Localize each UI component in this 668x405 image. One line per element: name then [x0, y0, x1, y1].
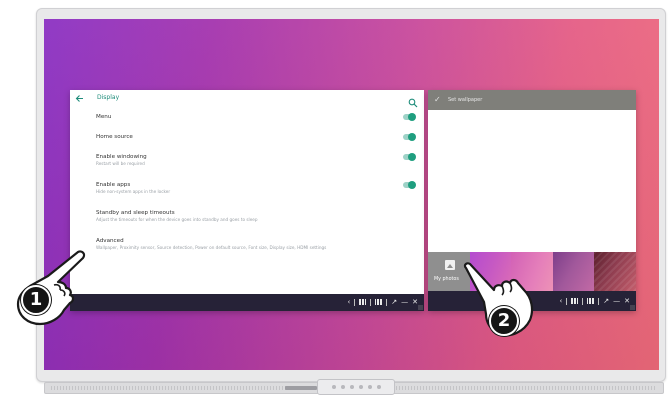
enable-windowing-toggle[interactable] — [403, 153, 416, 161]
setting-row-standby-sleep[interactable]: Standby and sleep timeouts Adjust the ti… — [96, 206, 416, 234]
setting-title: Advanced — [96, 238, 124, 244]
minimize-icon[interactable]: — — [401, 298, 408, 306]
minimize-icon[interactable]: — — [613, 297, 620, 305]
settings-list: Menu Home source Enable windowing Restar… — [96, 110, 416, 262]
setting-subtitle: Wallpaper, Proximity sensor, Source dete… — [96, 245, 327, 250]
check-icon[interactable]: ✓ — [434, 95, 441, 105]
wallpaper-title: Set wallpaper — [448, 97, 483, 103]
setting-title: Menu — [96, 114, 112, 120]
divider — [566, 297, 568, 305]
brand-plate — [285, 386, 317, 390]
settings-title: Display — [97, 94, 120, 101]
setting-title: Home source — [96, 134, 133, 140]
divider — [582, 297, 584, 305]
setting-subtitle: Restart will be required — [96, 161, 145, 166]
setting-subtitle: Hide non-system apps in the locker — [96, 189, 171, 194]
resize-handle[interactable] — [630, 305, 635, 310]
step-1-badge: 1 — [21, 285, 51, 315]
front-button-panel — [317, 379, 395, 395]
wallpaper-header: ✓ Set wallpaper — [428, 90, 636, 110]
close-icon[interactable]: ✕ — [624, 297, 630, 305]
home-source-toggle[interactable] — [403, 133, 416, 141]
expand-icon[interactable]: ↗ — [603, 297, 609, 305]
wallpaper-thumbnail[interactable] — [552, 252, 595, 291]
divider — [354, 298, 356, 306]
setting-title: Enable windowing — [96, 154, 147, 160]
window-controls: ‹ ↗ — ✕ — [347, 298, 418, 306]
panel-button — [349, 385, 354, 389]
enable-apps-toggle[interactable] — [403, 181, 416, 189]
panel-button — [340, 385, 345, 389]
wallpaper-thumbnail[interactable] — [594, 252, 636, 291]
setting-row-enable-windowing[interactable]: Enable windowing Restart will be require… — [96, 150, 416, 178]
setting-row-home-source[interactable]: Home source — [96, 130, 416, 150]
my-photos-label: My photos — [434, 277, 459, 282]
setting-row-menu[interactable]: Menu — [96, 110, 416, 130]
display-base — [44, 379, 664, 395]
tile-split-icon[interactable] — [571, 298, 579, 304]
setting-subtitle: Adjust the timeouts for when the device … — [96, 217, 258, 222]
panel-button — [331, 385, 336, 389]
display-settings-window: Display Menu Home source Enable windowin… — [70, 90, 424, 311]
step-2-badge: 2 — [489, 306, 519, 336]
panel-button — [376, 385, 381, 389]
chevron-left-icon[interactable]: ‹ — [559, 297, 562, 305]
search-icon[interactable] — [408, 93, 418, 108]
divider — [370, 298, 372, 306]
resize-handle[interactable] — [418, 305, 423, 310]
divider — [386, 298, 388, 306]
menu-toggle[interactable] — [403, 113, 416, 121]
back-arrow-icon[interactable] — [75, 94, 84, 103]
tile-quad-icon[interactable] — [375, 299, 383, 305]
expand-icon[interactable]: ↗ — [391, 298, 397, 306]
setting-title: Enable apps — [96, 182, 131, 188]
setting-row-enable-apps[interactable]: Enable apps Hide non-system apps in the … — [96, 178, 416, 206]
setting-row-advanced[interactable]: Advanced Wallpaper, Proximity sensor, So… — [96, 234, 416, 262]
panel-button — [358, 385, 363, 389]
chevron-left-icon[interactable]: ‹ — [347, 298, 350, 306]
window-control-bar: ‹ ↗ — ✕ — [70, 294, 424, 311]
photo-icon — [445, 260, 455, 270]
setting-title: Standby and sleep timeouts — [96, 210, 175, 216]
settings-header: Display — [70, 90, 424, 108]
divider — [598, 297, 600, 305]
panel-button — [367, 385, 372, 389]
window-controls: ‹ ↗ — ✕ — [559, 297, 630, 305]
tile-quad-icon[interactable] — [587, 298, 595, 304]
tile-split-icon[interactable] — [359, 299, 367, 305]
tutorial-illustration: Display Menu Home source Enable windowin… — [0, 0, 668, 405]
